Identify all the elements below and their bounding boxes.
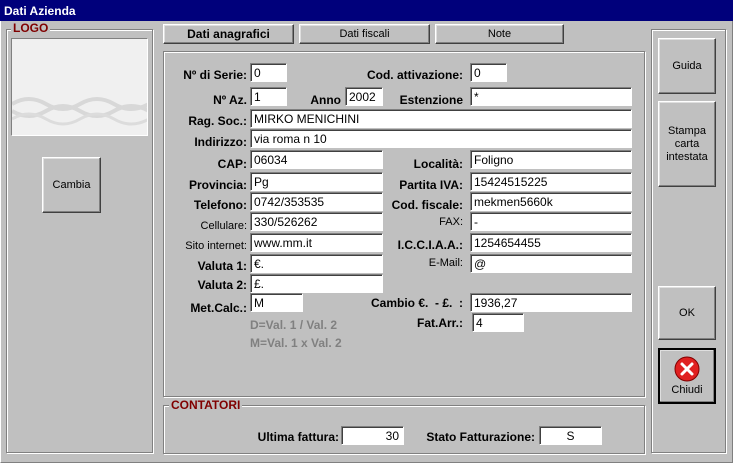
- chiudi-label: Chiudi: [671, 383, 703, 396]
- telefono-label: Telefono:: [193, 198, 247, 212]
- ok-button[interactable]: OK: [658, 286, 716, 340]
- stampa-carta-intestata-button[interactable]: Stampa carta intestata: [658, 101, 716, 187]
- localita-field[interactable]: Foligno: [470, 150, 632, 169]
- cciaa-field[interactable]: 1254654455: [470, 233, 632, 252]
- valuta2-field[interactable]: £.: [250, 274, 383, 293]
- fax-field[interactable]: -: [470, 212, 632, 231]
- cambio-field[interactable]: 1936,27: [470, 293, 632, 312]
- serie-field[interactable]: 0: [250, 63, 287, 82]
- method-hint-divide: D=Val. 1 / Val. 2: [250, 318, 338, 332]
- window-title: Dati Azienda: [0, 0, 733, 21]
- logo-wave-graphic: [12, 39, 147, 135]
- ultima-fattura-field[interactable]: 30: [341, 426, 404, 445]
- codfisc-label: Cod. fiscale:: [391, 198, 463, 212]
- stato-fatturazione-label: Stato Fatturazione:: [426, 430, 535, 444]
- ultima-fattura-value: 30: [385, 429, 399, 443]
- chiudi-button[interactable]: Chiudi: [658, 348, 716, 404]
- tab-dati-anagrafici[interactable]: Dati anagrafici: [163, 24, 294, 44]
- cellulare-field[interactable]: 330/526262: [250, 212, 383, 231]
- serie-label: Nº di Serie:: [183, 68, 247, 82]
- piva-field[interactable]: 15424515225: [470, 172, 632, 191]
- telefono-field[interactable]: 0742/353535: [250, 192, 383, 211]
- ragsoc-field[interactable]: MIRKO MENICHINI: [250, 109, 632, 128]
- codfisc-field[interactable]: mekmen5660k: [470, 192, 632, 211]
- email-field[interactable]: @: [470, 254, 632, 273]
- logo-legend: LOGO: [11, 21, 51, 35]
- cellulare-label: Cellulare:: [200, 220, 247, 232]
- localita-label: Località:: [413, 157, 463, 171]
- tab-dati-fiscali[interactable]: Dati fiscali: [299, 24, 430, 44]
- close-icon: [674, 356, 700, 381]
- contatori-legend: CONTATORI: [169, 398, 243, 412]
- provincia-field[interactable]: Pg: [250, 172, 383, 191]
- email-label: E-Mail:: [428, 257, 463, 269]
- attivazione-label: Cod. attivazione:: [366, 68, 463, 82]
- piva-label: Partita IVA:: [399, 178, 463, 192]
- metcalc-field[interactable]: M: [250, 293, 303, 312]
- fatarr-field[interactable]: 4: [472, 313, 524, 332]
- estensione-field[interactable]: *: [470, 87, 632, 106]
- attivazione-field[interactable]: 0: [470, 63, 507, 82]
- tab-note[interactable]: Note: [435, 24, 564, 44]
- stato-fatturazione-value: S: [566, 429, 575, 443]
- valuta2-label: Valuta 2:: [197, 278, 247, 292]
- tab-dati-anagrafici-label: Dati anagrafici: [187, 26, 270, 41]
- stato-fatturazione-field[interactable]: S: [539, 426, 602, 445]
- cambio-label: Cambio €. - £. :: [370, 296, 463, 310]
- estensione-label: Estenzione: [399, 93, 463, 107]
- sito-field[interactable]: www.mm.it: [250, 233, 383, 252]
- valuta1-field[interactable]: €.: [250, 254, 383, 273]
- naz-label: Nº Az.: [213, 93, 247, 107]
- method-hint-multiply: M=Val. 1 x Val. 2: [250, 336, 342, 350]
- guida-button[interactable]: Guida: [658, 38, 716, 94]
- cciaa-label: I.C.C.I.A.A.:: [397, 238, 463, 252]
- valuta1-label: Valuta 1:: [197, 259, 247, 273]
- logo-image: [11, 38, 148, 136]
- metcalc-label: Met.Calc.:: [190, 301, 247, 315]
- anno-label: Anno: [310, 93, 341, 107]
- sito-label: Sito internet:: [185, 240, 247, 252]
- tab-note-label: Note: [487, 27, 512, 40]
- naz-field[interactable]: 1: [250, 87, 287, 106]
- ragsoc-label: Rag. Soc.:: [188, 114, 247, 128]
- tab-dati-fiscali-label: Dati fiscali: [339, 27, 390, 40]
- anno-field[interactable]: 2002: [345, 87, 383, 106]
- ultima-fattura-label: Ultima fattura:: [257, 430, 339, 444]
- fax-label: FAX:: [439, 216, 463, 228]
- indirizzo-label: Indirizzo:: [194, 135, 247, 149]
- cap-field[interactable]: 06034: [250, 150, 383, 169]
- provincia-label: Provincia:: [188, 178, 247, 192]
- fatarr-label: Fat.Arr.:: [416, 316, 463, 330]
- change-logo-button[interactable]: Cambia: [42, 157, 101, 213]
- indirizzo-field[interactable]: via roma n 10: [250, 129, 632, 148]
- cap-label: CAP:: [217, 157, 247, 171]
